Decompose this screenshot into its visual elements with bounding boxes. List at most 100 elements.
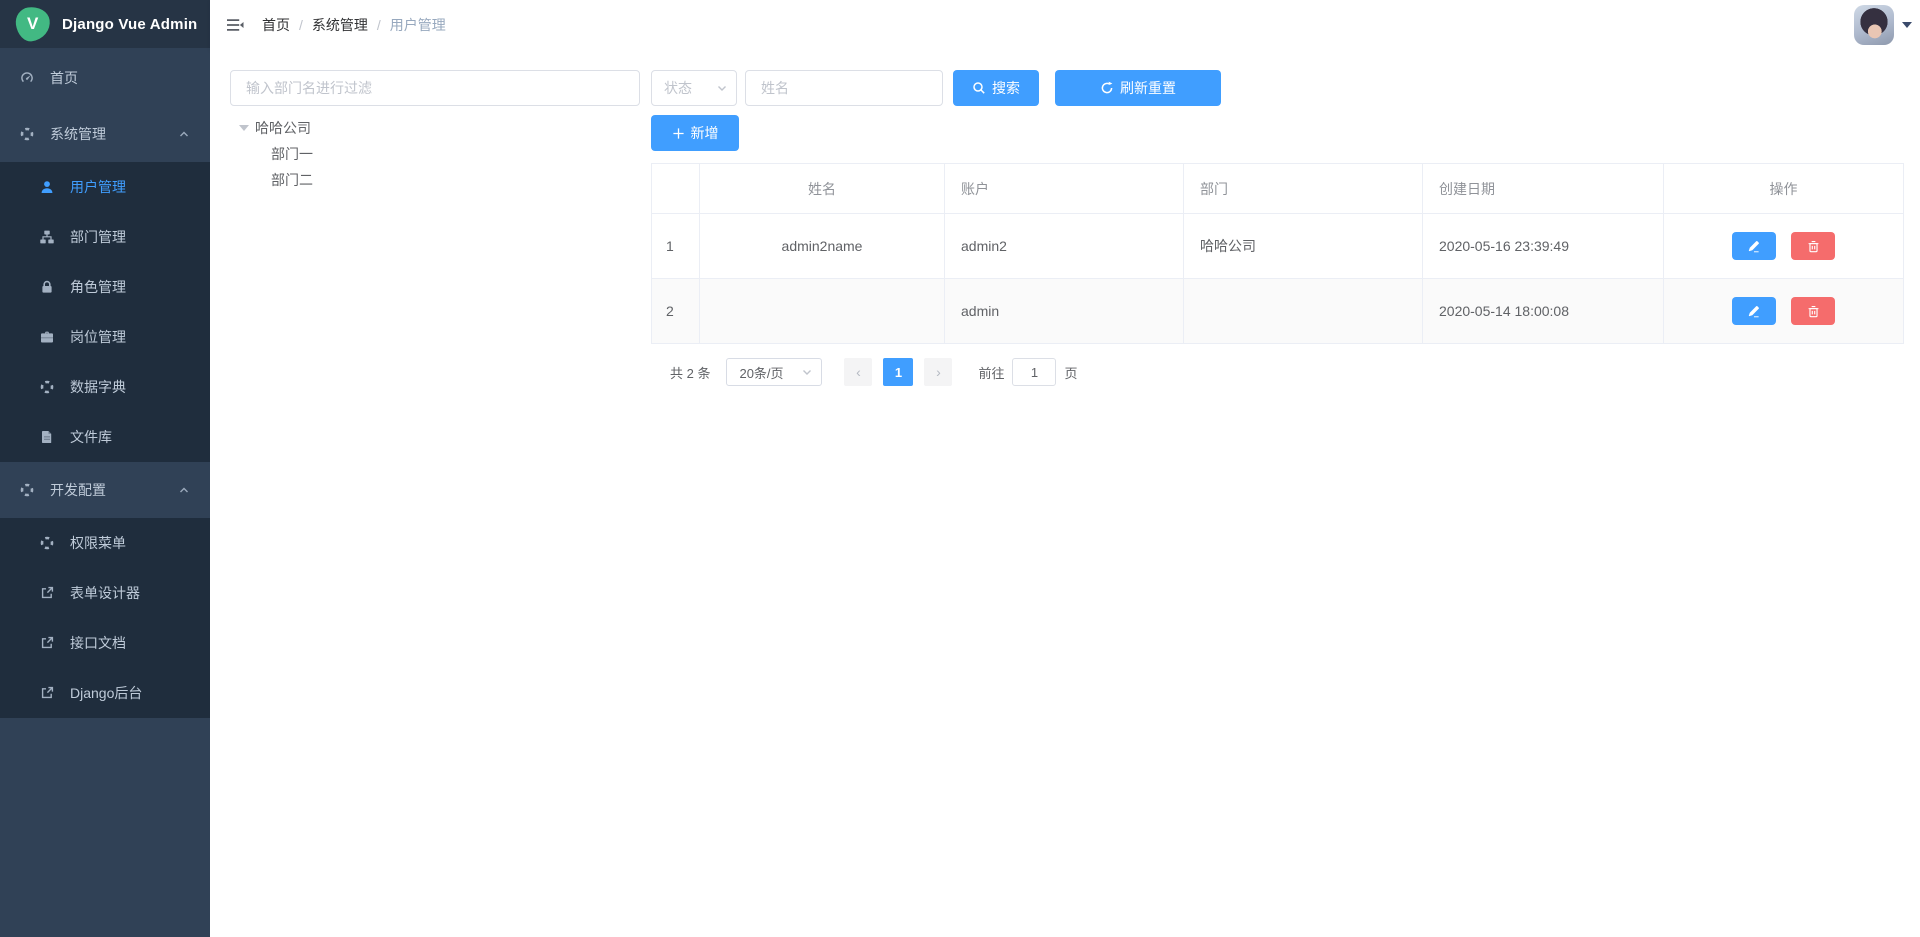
sidebar-item-label: 首页 — [50, 68, 78, 88]
chevron-down-icon — [801, 366, 813, 378]
sidebar-submenu-label: 系统管理 — [50, 124, 106, 144]
trash-icon — [1807, 240, 1820, 253]
breadcrumb-item-system[interactable]: 系统管理 — [312, 15, 368, 35]
delete-button[interactable] — [1791, 297, 1835, 325]
edit-button[interactable] — [1732, 232, 1776, 260]
status-select[interactable]: 状态 — [651, 70, 737, 106]
sidebar-item-label: 角色管理 — [70, 277, 126, 297]
sidebar-item-form-designer[interactable]: 表单设计器 — [0, 568, 210, 618]
next-page-button[interactable]: › — [924, 358, 952, 386]
component-icon — [20, 127, 34, 141]
permission-menu-icon — [40, 536, 54, 550]
hamburger-icon — [225, 15, 245, 35]
prev-page-button[interactable]: ‹ — [844, 358, 872, 386]
refresh-reset-button-label: 刷新重置 — [1120, 78, 1176, 98]
page-number-button[interactable]: 1 — [883, 358, 913, 386]
dashboard-icon — [20, 71, 34, 85]
sidebar-item-positions[interactable]: 岗位管理 — [0, 312, 210, 362]
tree-node-label: 部门二 — [271, 170, 313, 190]
cell-name — [700, 279, 945, 344]
page-unit-label: 页 — [1064, 363, 1077, 382]
search-icon — [972, 81, 986, 95]
user-icon — [40, 180, 54, 194]
department-filter-input[interactable] — [230, 70, 640, 106]
sidebar-submenu-system[interactable]: 系统管理 — [0, 106, 210, 162]
chevron-up-icon — [178, 128, 190, 140]
caret-down-icon[interactable] — [239, 125, 249, 131]
table-row: 1 admin2name admin2 哈哈公司 2020-05-16 23:3… — [652, 214, 1904, 279]
navbar-right — [1854, 5, 1912, 45]
header-created-date: 创建日期 — [1423, 164, 1664, 214]
sidebar-item-label: 权限菜单 — [70, 533, 126, 553]
breadcrumb-separator: / — [377, 17, 381, 33]
cell-index: 1 — [652, 214, 700, 279]
breadcrumb-item-home[interactable]: 首页 — [262, 15, 290, 35]
tree-node-child[interactable]: 部门一 — [230, 141, 640, 167]
logo-letter: V — [27, 14, 38, 34]
cell-index: 2 — [652, 279, 700, 344]
sidebar-submenu-label: 开发配置 — [50, 480, 106, 500]
external-link-icon — [40, 586, 54, 600]
tree-node-root[interactable]: 哈哈公司 — [230, 115, 640, 141]
page-size-select[interactable]: 20条/页 — [726, 358, 822, 386]
chevron-up-icon — [178, 484, 190, 496]
name-filter-input[interactable] — [745, 70, 943, 106]
header-account: 账户 — [945, 164, 1184, 214]
sidebar-item-permissions[interactable]: 权限菜单 — [0, 518, 210, 568]
sidebar-item-label: 数据字典 — [70, 377, 126, 397]
cell-name: admin2name — [700, 214, 945, 279]
cell-account: admin — [945, 279, 1184, 344]
department-panel: 哈哈公司 部门一 部门二 — [230, 70, 640, 193]
cell-actions — [1664, 214, 1904, 279]
table-header-row: 姓名 账户 部门 创建日期 操作 — [652, 164, 1904, 214]
app-title: Django Vue Admin — [62, 16, 197, 33]
file-icon — [40, 430, 54, 444]
logo-bar: V Django Vue Admin — [0, 0, 210, 48]
search-button[interactable]: 搜索 — [953, 70, 1039, 106]
refresh-icon — [1100, 81, 1114, 95]
cell-actions — [1664, 279, 1904, 344]
sidebar-item-users[interactable]: 用户管理 — [0, 162, 210, 212]
sidebar-item-label: 文件库 — [70, 427, 112, 447]
cell-department: 哈哈公司 — [1184, 214, 1423, 279]
tree-node-child[interactable]: 部门二 — [230, 167, 640, 193]
dictionary-icon — [40, 380, 54, 394]
edit-pencil-icon — [1747, 305, 1760, 318]
sidebar-toggle-button[interactable] — [210, 0, 260, 50]
sidebar-item-roles[interactable]: 角色管理 — [0, 262, 210, 312]
page-size-value: 20条/页 — [739, 363, 783, 382]
main-content: 哈哈公司 部门一 部门二 状态 搜索 刷新重置 — [210, 50, 1920, 937]
search-button-label: 搜索 — [992, 78, 1020, 98]
edit-button[interactable] — [1732, 297, 1776, 325]
delete-button[interactable] — [1791, 232, 1835, 260]
sidebar-item-files[interactable]: 文件库 — [0, 412, 210, 462]
app-logo: V — [14, 5, 52, 43]
avatar[interactable] — [1854, 5, 1894, 45]
refresh-reset-button[interactable]: 刷新重置 — [1055, 70, 1221, 106]
sidebar-item-label: 接口文档 — [70, 633, 126, 653]
pagination: 共 2 条 20条/页 ‹ 1 › 前往 页 — [651, 358, 1903, 386]
plus-icon — [672, 127, 685, 140]
goto-page-input[interactable] — [1012, 358, 1056, 386]
sidebar-submenu-dev[interactable]: 开发配置 — [0, 462, 210, 518]
sidebar-item-departments[interactable]: 部门管理 — [0, 212, 210, 262]
header-department: 部门 — [1184, 164, 1423, 214]
user-panel: 状态 搜索 刷新重置 新增 姓名 账户 部门 — [651, 70, 1903, 386]
org-tree-icon — [40, 230, 54, 244]
header-index — [652, 164, 700, 214]
add-button[interactable]: 新增 — [651, 115, 739, 151]
caret-down-icon[interactable] — [1902, 22, 1912, 28]
component-icon — [20, 483, 34, 497]
tree-node-label: 部门一 — [271, 144, 313, 164]
sidebar-item-label: 表单设计器 — [70, 583, 140, 603]
sidebar-item-dictionary[interactable]: 数据字典 — [0, 362, 210, 412]
department-tree: 哈哈公司 部门一 部门二 — [230, 115, 640, 193]
sidebar-item-api-docs[interactable]: 接口文档 — [0, 618, 210, 668]
submenu-system: 用户管理 部门管理 角色管理 岗位管理 — [0, 162, 210, 462]
sidebar-item-home[interactable]: 首页 — [0, 50, 210, 106]
users-table: 姓名 账户 部门 创建日期 操作 1 admin2name admin2 哈哈公… — [651, 163, 1904, 344]
status-select-placeholder: 状态 — [664, 78, 692, 98]
sidebar-item-django-admin[interactable]: Django后台 — [0, 668, 210, 718]
sidebar-item-label: 部门管理 — [70, 227, 126, 247]
breadcrumb-item-current: 用户管理 — [390, 15, 446, 35]
